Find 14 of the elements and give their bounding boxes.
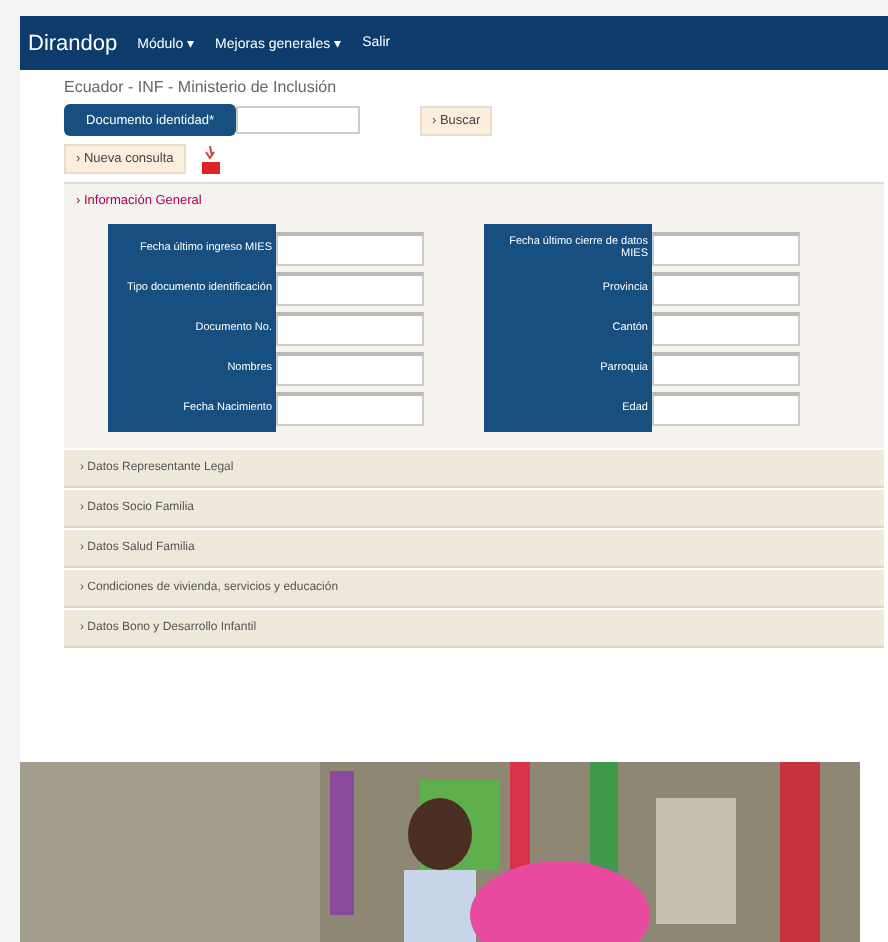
input-field[interactable] — [276, 231, 424, 265]
input-field[interactable] — [276, 351, 424, 385]
input-field[interactable] — [276, 391, 424, 425]
input-field[interactable] — [652, 391, 800, 425]
brand-link[interactable]: Dirandop — [28, 31, 118, 55]
input-field[interactable] — [652, 351, 800, 385]
input-field[interactable] — [652, 311, 800, 345]
input-field[interactable] — [236, 106, 360, 134]
pdf-icon[interactable] — [201, 145, 220, 173]
input-field[interactable] — [652, 271, 800, 305]
input-field[interactable] — [276, 271, 424, 305]
input-field[interactable] — [276, 311, 424, 345]
input-field[interactable] — [652, 231, 800, 265]
breadcrumb: Ecuador - INF - Ministerio de Inclusión — [64, 78, 339, 96]
